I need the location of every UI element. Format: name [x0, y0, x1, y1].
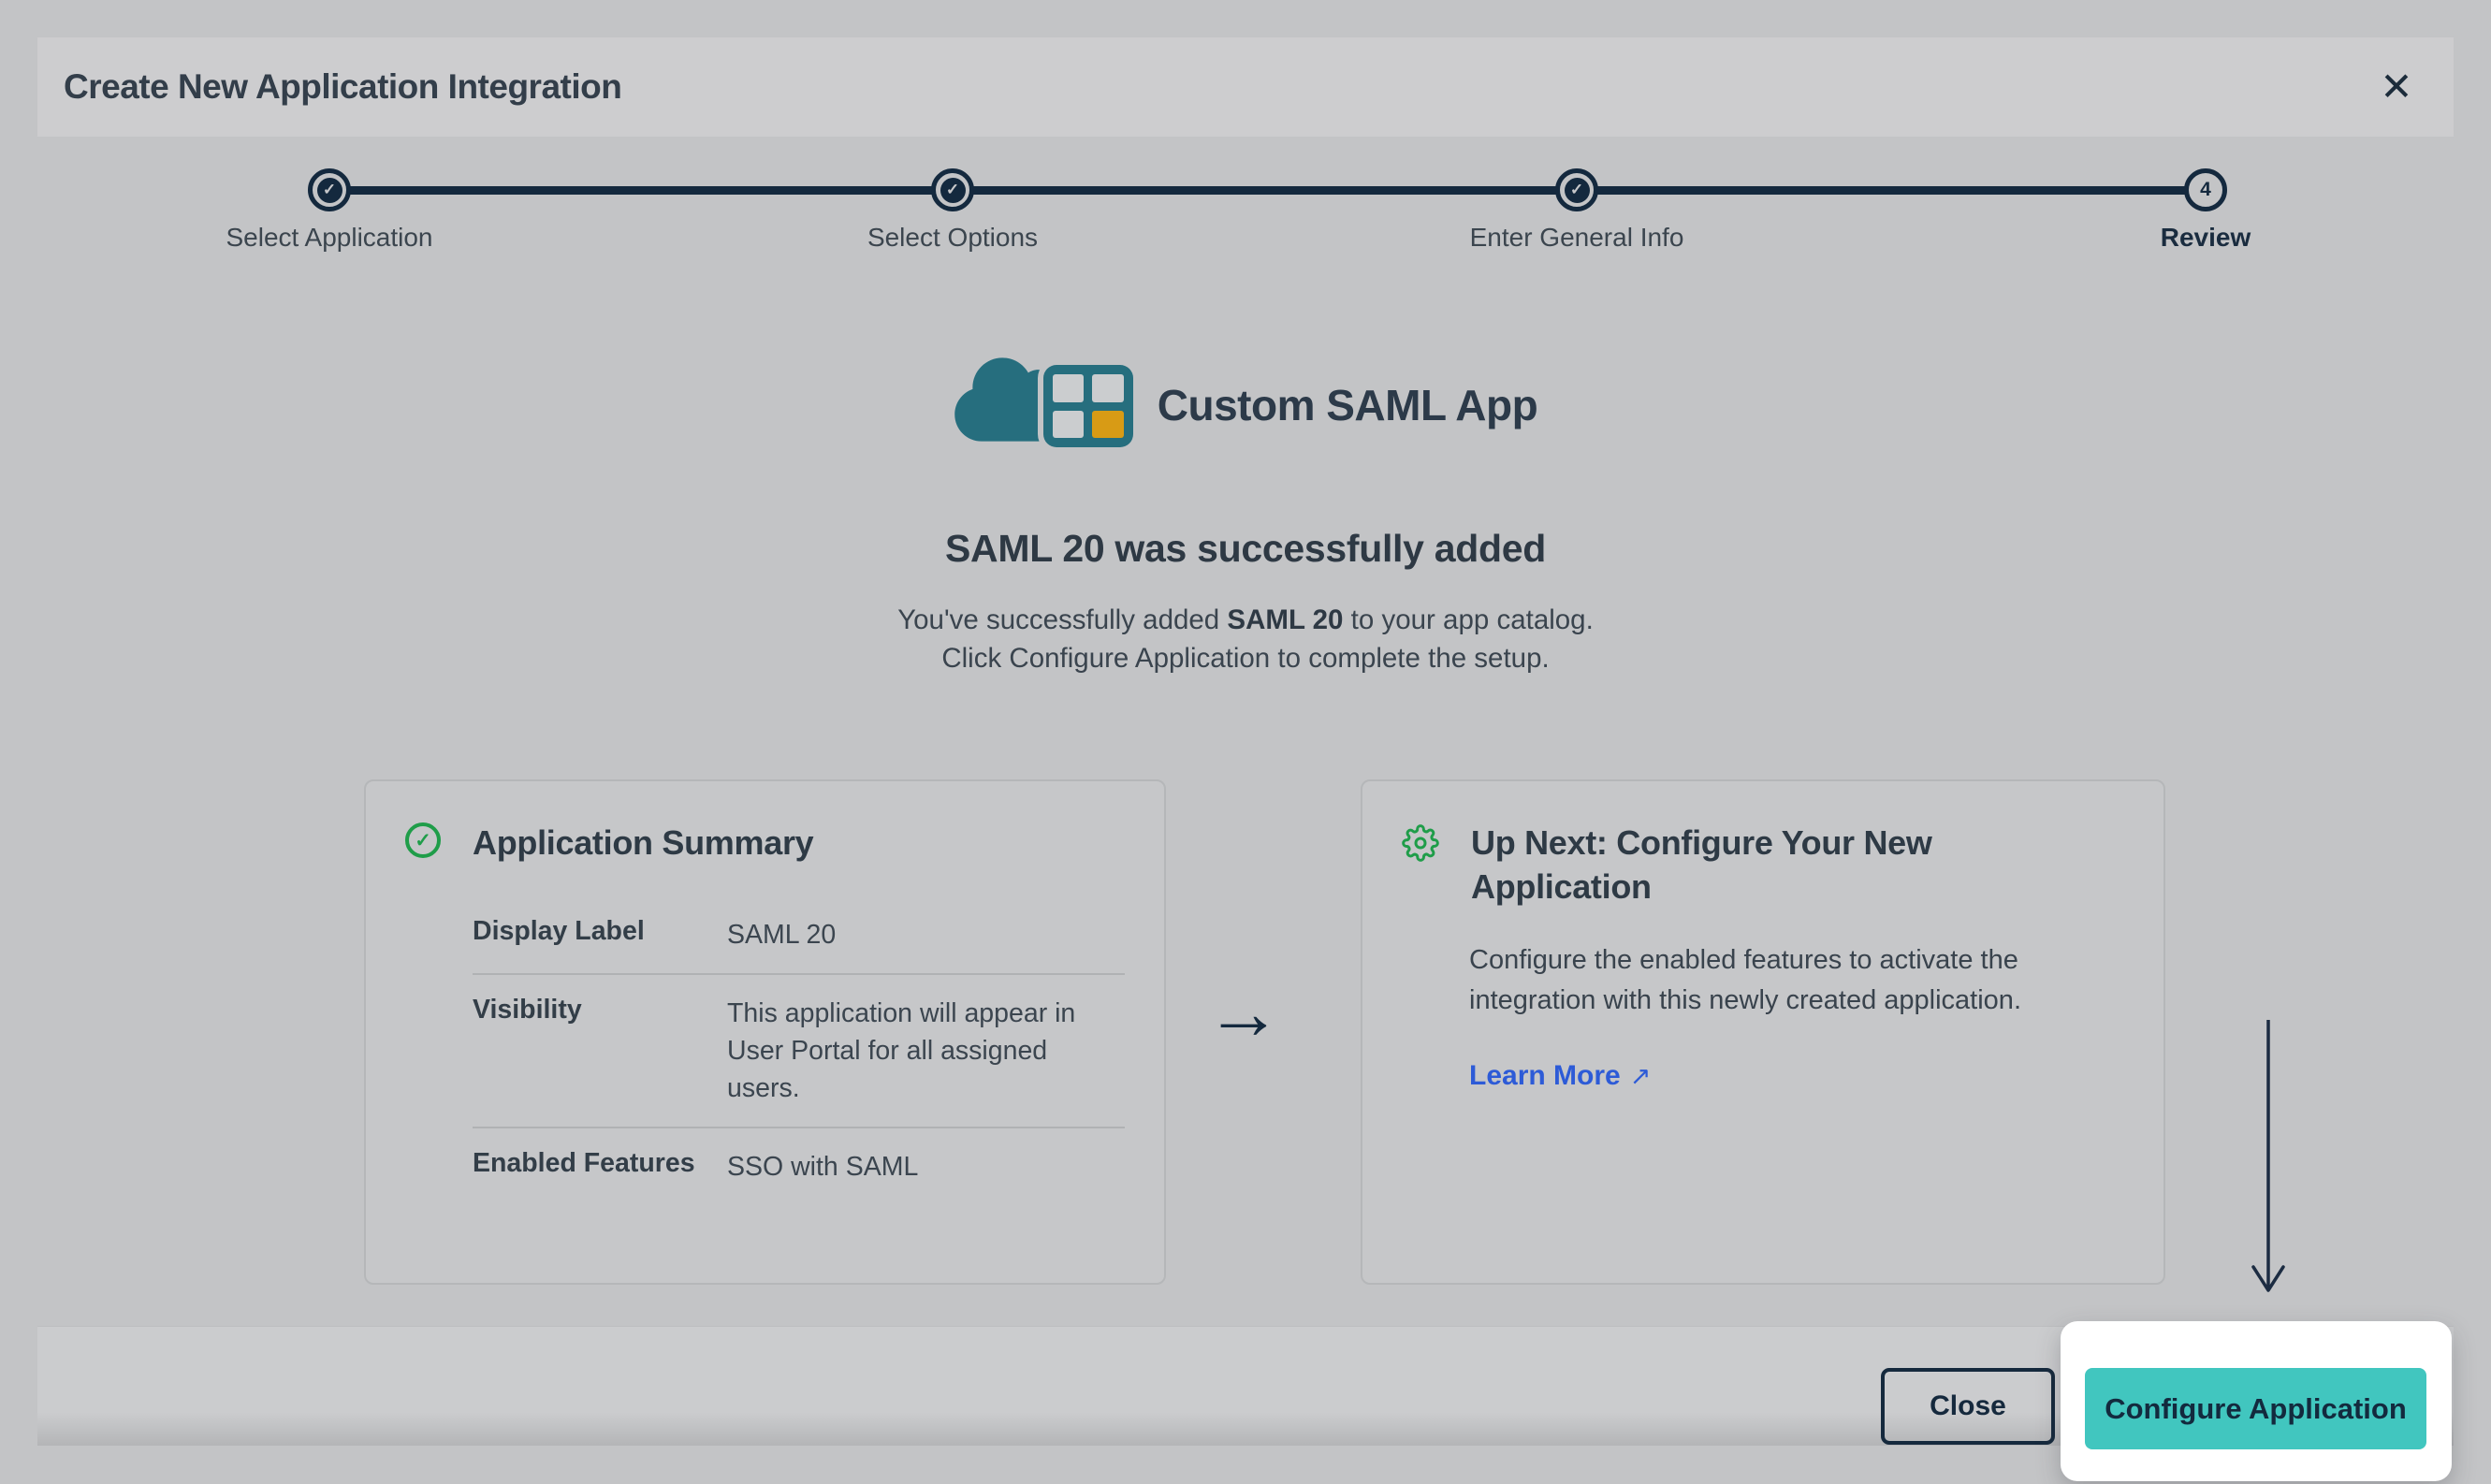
success-heading: SAML 20 was successfully added [0, 527, 2491, 571]
summary-rows: Display Label SAML 20 Visibility This ap… [473, 896, 1125, 1205]
success-line2: Click Configure Application to complete … [941, 643, 1549, 674]
success-line1-suffix: to your app catalog. [1343, 604, 1593, 635]
step-label-select-application: Select Application [142, 223, 517, 253]
success-line1-prefix: You've successfully added [897, 604, 1227, 635]
application-summary-card: ✓ Application Summary Display Label SAML… [364, 779, 1166, 1285]
modal-screen: Create New Application Integration ✕ ✓ ✓… [0, 0, 2491, 1484]
up-next-card-header: Up Next: Configure Your New Application [1402, 821, 2124, 909]
step-2-circle-completed: ✓ [931, 168, 974, 211]
learn-more-link[interactable]: Learn More ↗ [1469, 1060, 1651, 1092]
configure-application-button[interactable]: Configure Application [2085, 1368, 2426, 1449]
step-label-select-options: Select Options [765, 223, 1140, 253]
step-3-circle-completed: ✓ [1555, 168, 1598, 211]
check-icon: ✓ [1565, 178, 1590, 203]
arrow-down-pointer-icon [2248, 1018, 2289, 1313]
up-next-card-title: Up Next: Configure Your New Application [1471, 821, 2023, 909]
check-icon: ✓ [940, 178, 966, 203]
grid-cell-amber [1092, 411, 1124, 439]
close-icon[interactable]: ✕ [2371, 62, 2422, 112]
gear-icon [1402, 824, 1439, 862]
summary-row-value: This application will appear in User Por… [727, 995, 1125, 1107]
learn-more-label: Learn More [1469, 1060, 1621, 1092]
grid-cell [1053, 374, 1085, 402]
app-logo: Custom SAML App [0, 348, 2491, 447]
summary-row-value: SAML 20 [727, 916, 836, 953]
summary-card-header: ✓ Application Summary [405, 821, 1125, 865]
summary-row-label: Enabled Features [473, 1148, 727, 1186]
app-logo-label: Custom SAML App [1158, 380, 1537, 430]
success-message: You've successfully added SAML 20 to you… [0, 601, 2491, 677]
grid-cell [1053, 411, 1085, 439]
step-label-enter-general-info: Enter General Info [1390, 223, 1764, 253]
stepper-connector-line [329, 186, 2206, 195]
summary-row-label: Display Label [473, 916, 727, 953]
check-icon: ✓ [317, 178, 342, 203]
summary-row-enabled-features: Enabled Features SSO with SAML [473, 1128, 1125, 1205]
up-next-card-body: Configure the enabled features to activa… [1469, 940, 2096, 1021]
step-1-circle-completed: ✓ [308, 168, 351, 211]
modal-header: Create New Application Integration ✕ [37, 37, 2454, 137]
check-circle-icon: ✓ [405, 822, 441, 858]
summary-card-title: Application Summary [473, 821, 813, 865]
summary-row-visibility: Visibility This application will appear … [473, 975, 1125, 1128]
arrow-right-icon: → [1205, 969, 1282, 1057]
summary-row-value: SSO with SAML [727, 1148, 918, 1186]
app-grid-icon [1043, 365, 1133, 447]
grid-cell [1092, 374, 1124, 402]
step-number: 4 [2200, 179, 2211, 201]
external-link-icon: ↗ [1630, 1062, 1652, 1091]
summary-row-display-label: Display Label SAML 20 [473, 896, 1125, 975]
step-label-review: Review [2018, 223, 2393, 253]
up-next-card: Up Next: Configure Your New Application … [1361, 779, 2165, 1285]
close-button[interactable]: Close [1881, 1368, 2055, 1445]
modal-title: Create New Application Integration [64, 67, 621, 107]
step-4-circle-current: 4 [2184, 168, 2227, 211]
spotlight-highlight: Configure Application [2061, 1321, 2452, 1481]
success-app-name: SAML 20 [1227, 604, 1343, 635]
summary-row-label: Visibility [473, 995, 727, 1107]
